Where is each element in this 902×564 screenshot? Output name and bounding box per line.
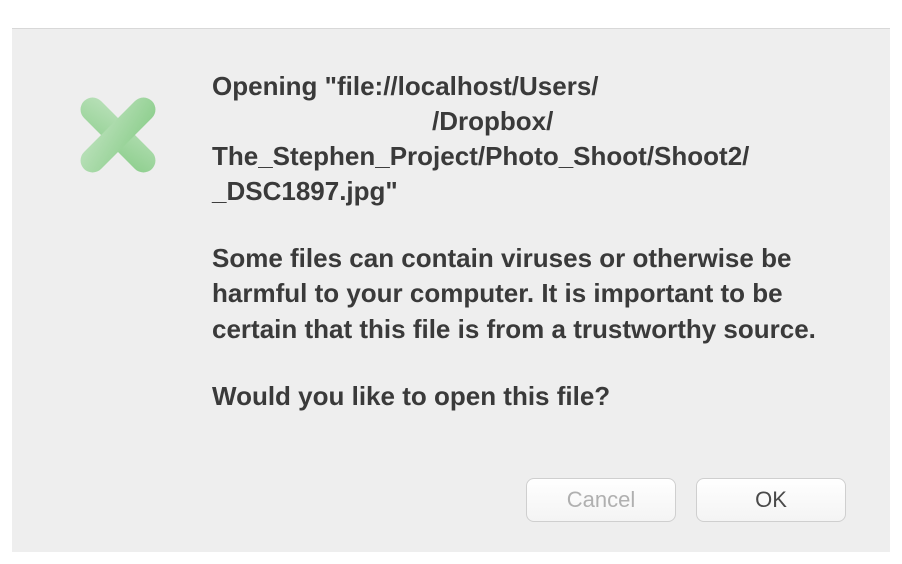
button-row: Cancel OK <box>52 448 850 522</box>
dialog-body: Some files can contain viruses or otherw… <box>212 241 840 346</box>
ok-button[interactable]: OK <box>696 478 846 522</box>
heading-line-1: Opening "file://localhost/Users/ <box>212 71 599 101</box>
heading-line-4: _DSC1897.jpg" <box>212 176 398 206</box>
cancel-button[interactable]: Cancel <box>526 478 676 522</box>
text-column: Opening "file://localhost/Users/ /Dropbo… <box>192 69 850 414</box>
dialog-heading: Opening "file://localhost/Users/ /Dropbo… <box>212 69 840 209</box>
security-warning-dialog: Opening "file://localhost/Users/ /Dropbo… <box>12 28 890 552</box>
dialog-content: Opening "file://localhost/Users/ /Dropbo… <box>52 69 850 448</box>
heading-line-3: The_Stephen_Project/Photo_Shoot/Shoot2/ <box>212 141 749 171</box>
icon-column <box>52 69 192 200</box>
excel-app-icon <box>58 182 178 199</box>
heading-line-2-suffix: /Dropbox/ <box>432 106 553 136</box>
dialog-question: Would you like to open this file? <box>212 379 840 414</box>
